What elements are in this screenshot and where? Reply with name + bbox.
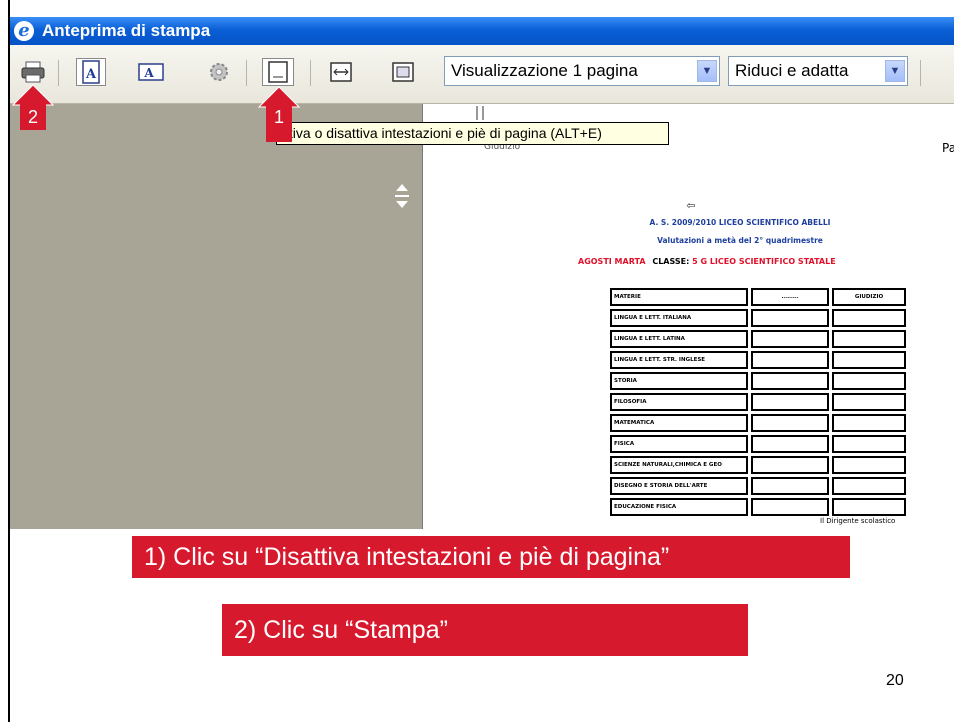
toolbar-separator (920, 60, 921, 86)
margin-handle-icon[interactable] (470, 104, 490, 122)
full-width-button[interactable] (326, 58, 356, 86)
window-title: Anteprima di stampa (42, 21, 211, 40)
judgement-cell (832, 351, 906, 369)
landscape-button[interactable]: A (134, 58, 168, 86)
full-page-button[interactable] (388, 58, 418, 86)
toolbar: A A Visualizzazione 1 pagina ▼ Riduci e … (10, 45, 954, 104)
grade-cell (751, 435, 829, 453)
portrait-button[interactable]: A (76, 58, 106, 86)
callout-arrow-2-icon (12, 84, 54, 106)
instruction-step-2: 2) Clic su “Stampa” (222, 604, 748, 656)
scale-value: Riduci e adatta (735, 61, 849, 80)
portrait-page-icon: A (82, 60, 100, 84)
preview-header-right: Pa (942, 141, 954, 155)
grade-cell (751, 477, 829, 495)
judgement-cell (832, 330, 906, 348)
preview-subtitle: Valutazioni a metà del 2° quadrimestre (657, 236, 823, 245)
judgement-cell (832, 309, 906, 327)
student-name: AGOSTI MARTA (578, 257, 646, 266)
view-pages-select[interactable]: Visualizzazione 1 pagina ▼ (444, 56, 720, 86)
judgement-cell (832, 393, 906, 411)
grade-cell (751, 372, 829, 390)
scale-select[interactable]: Riduci e adatta ▼ (728, 56, 908, 86)
instruction-step-1: 1) Clic su “Disattiva intestazioni e piè… (132, 536, 850, 578)
header-footer-icon (268, 61, 288, 83)
table-row: FISICA (610, 435, 906, 453)
signature-label: Il Dirigente scolastico (820, 517, 896, 525)
print-button[interactable] (18, 58, 48, 86)
table-row: MATEMATICA (610, 414, 906, 432)
table-row: LINGUA E LETT. ITALIANA (610, 309, 906, 327)
grade-cell (751, 309, 829, 327)
table-header-cell: ........ (751, 288, 829, 306)
table-row: STORIA (610, 372, 906, 390)
back-arrow-icon: ⇦ (686, 199, 696, 212)
slide-page-number: 20 (886, 672, 904, 689)
grade-cell (751, 393, 829, 411)
callout-badge-1: 1 (266, 104, 292, 142)
margin-handle-icon[interactable] (392, 182, 412, 210)
gear-icon (210, 63, 228, 81)
judgement-cell (832, 456, 906, 474)
full-width-icon (330, 62, 352, 82)
table-header-row: MATERIE........ GIUDIZIO (610, 288, 906, 306)
toolbar-separator (58, 60, 59, 86)
class-value: 5 G LICEO SCIENTIFICO STATALE (692, 257, 836, 266)
subject-cell: SCIENZE NATURALI,CHIMICA E GEO (610, 456, 748, 474)
table-header-cell: MATERIE (610, 288, 748, 306)
table-header-cell: GIUDIZIO (832, 288, 906, 306)
judgement-cell (832, 477, 906, 495)
grade-cell (751, 414, 829, 432)
class-label: CLASSE: (652, 257, 690, 266)
table-row: FILOSOFIA (610, 393, 906, 411)
view-pages-value: Visualizzazione 1 pagina (451, 61, 638, 80)
header-footer-tooltip: ttiva o disattiva intestazioni e piè di … (276, 122, 669, 145)
full-page-icon (392, 62, 414, 82)
subject-cell: LINGUA E LETT. LATINA (610, 330, 748, 348)
preview-background (10, 104, 422, 529)
landscape-page-icon: A (138, 63, 164, 81)
subject-cell: STORIA (610, 372, 748, 390)
grade-cell (751, 330, 829, 348)
grade-cell (751, 351, 829, 369)
subject-cell: FILOSOFIA (610, 393, 748, 411)
judgement-cell (832, 372, 906, 390)
subject-cell: FISICA (610, 435, 748, 453)
printer-icon (21, 61, 45, 83)
page-setup-button[interactable] (204, 58, 234, 86)
svg-text:A: A (143, 66, 154, 80)
table-row: EDUCAZIONE FISICA (610, 498, 906, 516)
subject-cell: MATEMATICA (610, 414, 748, 432)
student-line: AGOSTI MARTA CLASSE: 5 G LICEO SCIENTIFI… (578, 257, 908, 266)
table-row: LINGUA E LETT. STR. INGLESE (610, 351, 906, 369)
judgement-cell (832, 498, 906, 516)
subject-cell: DISEGNO E STORIA DELL'ARTE (610, 477, 748, 495)
subject-cell: EDUCAZIONE FISICA (610, 498, 748, 516)
judgement-cell (832, 414, 906, 432)
table-row: SCIENZE NATURALI,CHIMICA E GEO (610, 456, 906, 474)
internet-explorer-icon: e (14, 21, 34, 41)
school-line: A. S. 2009/2010 LICEO SCIENTIFICO ABELLI (649, 218, 831, 227)
subject-cell: LINGUA E LETT. ITALIANA (610, 309, 748, 327)
svg-text:A: A (85, 67, 97, 82)
toggle-header-footer-button[interactable] (262, 58, 294, 86)
grades-table: MATERIE........ GIUDIZIO LINGUA E LETT. IT… (607, 285, 909, 519)
judgement-cell (832, 435, 906, 453)
table-row: DISEGNO E STORIA DELL'ARTE (610, 477, 906, 495)
toolbar-separator (310, 60, 311, 86)
subject-cell: LINGUA E LETT. STR. INGLESE (610, 351, 748, 369)
table-row: LINGUA E LETT. LATINA (610, 330, 906, 348)
chevron-down-icon[interactable]: ▼ (885, 60, 905, 82)
chevron-down-icon[interactable]: ▼ (697, 60, 717, 82)
window-titlebar: e Anteprima di stampa (10, 17, 954, 45)
toolbar-separator (246, 60, 247, 86)
grade-cell (751, 456, 829, 474)
callout-badge-2: 2 (20, 104, 46, 130)
grade-cell (751, 498, 829, 516)
